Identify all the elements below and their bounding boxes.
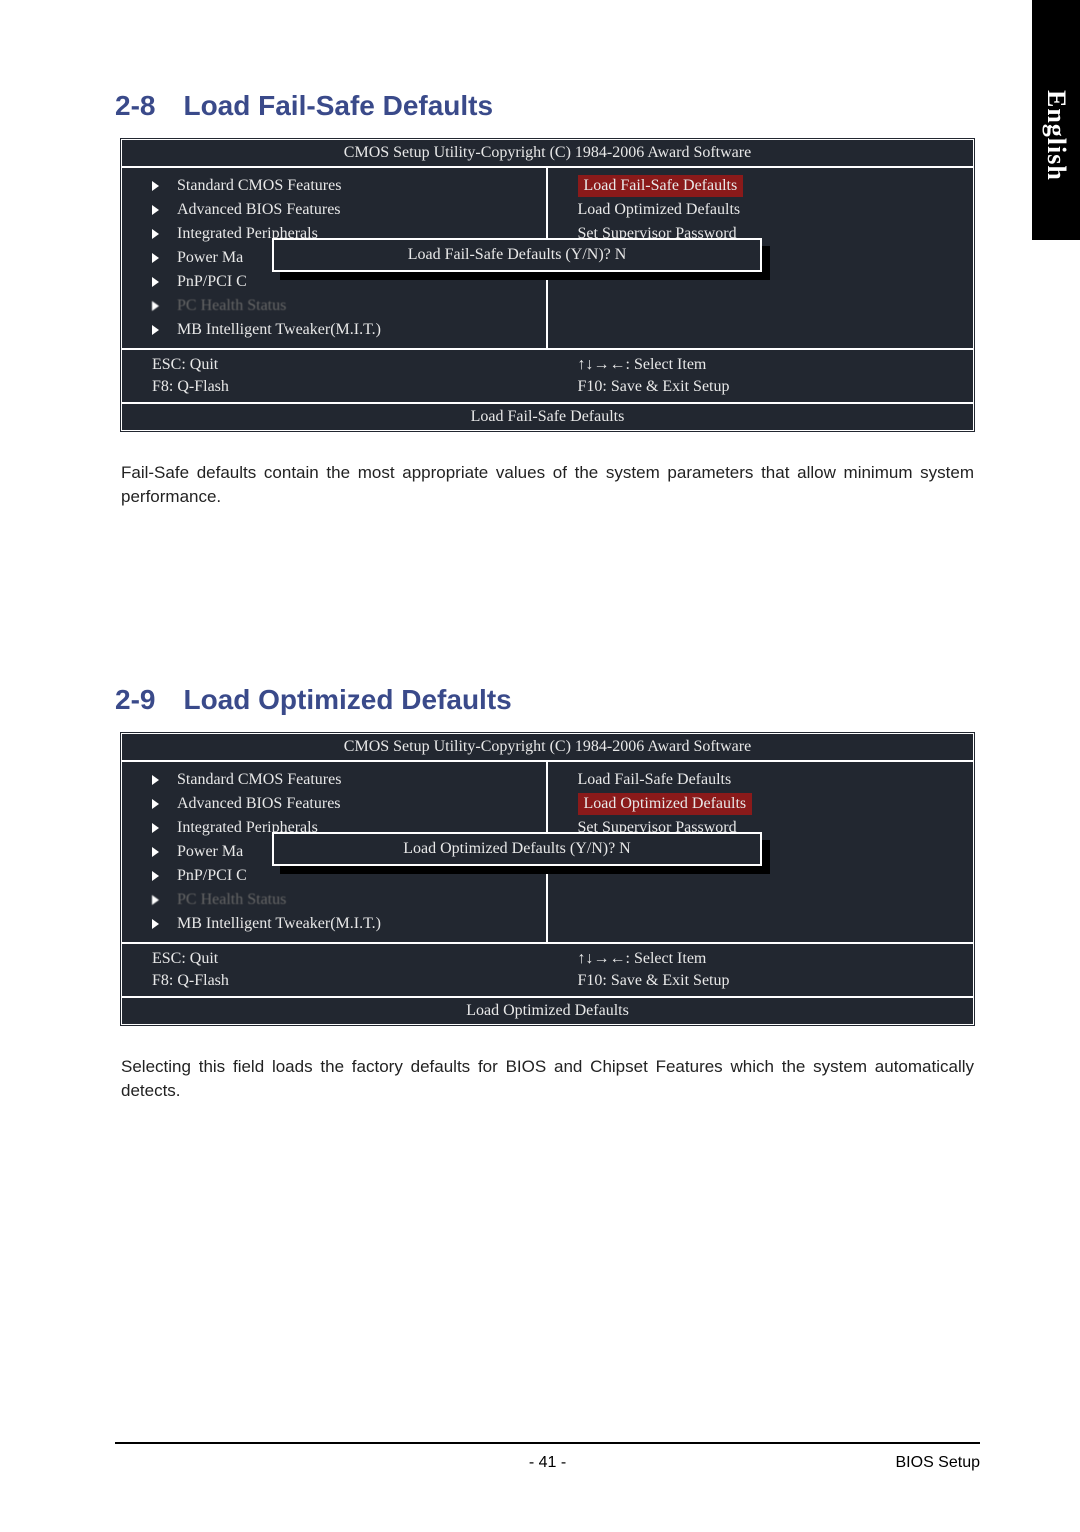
triangle-icon <box>152 823 159 833</box>
menu-item[interactable]: Load Optimized Defaults <box>558 198 964 222</box>
hint-select: ↑↓→←: Select Item <box>578 354 944 376</box>
menu-item[interactable]: PnP/PCI C <box>132 864 536 888</box>
triangle-icon <box>152 205 159 215</box>
section-body-text: Selecting this field loads the factory d… <box>121 1055 974 1103</box>
triangle-icon <box>152 847 159 857</box>
section-title: Load Optimized Defaults <box>183 684 511 715</box>
section-body-text: Fail-Safe defaults contain the most appr… <box>121 461 974 509</box>
spacer <box>115 509 980 684</box>
hint-col-right: ↑↓→←: Select Item F10: Save & Exit Setup <box>548 350 974 402</box>
bios-hints: ESC: Quit F8: Q-Flash ↑↓→←: Select Item … <box>122 942 973 996</box>
hint-esc: ESC: Quit <box>152 948 518 970</box>
triangle-icon <box>152 775 159 785</box>
hint-esc: ESC: Quit <box>152 354 518 376</box>
hint-f10: F10: Save & Exit Setup <box>578 376 944 398</box>
hint-f8: F8: Q-Flash <box>152 376 518 398</box>
bios-hints: ESC: Quit F8: Q-Flash ↑↓→←: Select Item … <box>122 348 973 402</box>
menu-item[interactable]: MB Intelligent Tweaker(M.I.T.) <box>132 318 536 342</box>
page-footer: - 41 - BIOS Setup <box>115 1442 980 1472</box>
footer-section: BIOS Setup <box>896 1454 981 1472</box>
menu-item[interactable]: MB Intelligent Tweaker(M.I.T.) <box>132 912 536 936</box>
bios-body: Standard CMOS Features Advanced BIOS Fea… <box>122 168 973 348</box>
section-title: Load Fail-Safe Defaults <box>183 90 493 121</box>
confirm-dialog[interactable]: Load Optimized Defaults (Y/N)? N <box>272 832 762 866</box>
bios-panel-failsafe: CMOS Setup Utility-Copyright (C) 1984-20… <box>119 137 976 433</box>
bios-footer: Load Fail-Safe Defaults <box>122 402 973 430</box>
triangle-icon <box>152 871 159 881</box>
bios-footer: Load Optimized Defaults <box>122 996 973 1024</box>
triangle-icon <box>152 919 159 929</box>
menu-item[interactable]: Load Optimized Defaults <box>558 792 964 816</box>
section-num: 2-8 <box>115 90 155 121</box>
dialog-text: Load Optimized Defaults (Y/N)? N <box>403 840 630 857</box>
bios-panel-optimized: CMOS Setup Utility-Copyright (C) 1984-20… <box>119 731 976 1027</box>
triangle-icon <box>152 277 159 287</box>
bios-body: Standard CMOS Features Advanced BIOS Fea… <box>122 762 973 942</box>
triangle-icon <box>152 325 159 335</box>
menu-item[interactable]: Load Fail-Safe Defaults <box>558 768 964 792</box>
section-heading-2-9: 2-9 Load Optimized Defaults <box>115 684 980 716</box>
hint-col-left: ESC: Quit F8: Q-Flash <box>122 944 548 996</box>
menu-item[interactable]: PC Health Status <box>132 294 536 318</box>
section-heading-2-8: 2-8 Load Fail-Safe Defaults <box>115 90 980 122</box>
triangle-icon <box>152 301 159 311</box>
hint-f10: F10: Save & Exit Setup <box>578 970 944 992</box>
hint-f8: F8: Q-Flash <box>152 970 518 992</box>
triangle-icon <box>152 181 159 191</box>
triangle-icon <box>152 253 159 263</box>
menu-item[interactable]: Standard CMOS Features <box>132 768 536 792</box>
dialog-text: Load Fail-Safe Defaults (Y/N)? N <box>408 246 627 263</box>
menu-item[interactable]: Standard CMOS Features <box>132 174 536 198</box>
page-content: 2-8 Load Fail-Safe Defaults CMOS Setup Ut… <box>0 0 1080 1153</box>
menu-item[interactable]: Advanced BIOS Features <box>132 792 536 816</box>
hint-col-right: ↑↓→←: Select Item F10: Save & Exit Setup <box>548 944 974 996</box>
triangle-icon <box>152 799 159 809</box>
confirm-dialog[interactable]: Load Fail-Safe Defaults (Y/N)? N <box>272 238 762 272</box>
hint-select: ↑↓→←: Select Item <box>578 948 944 970</box>
menu-item[interactable]: Load Fail-Safe Defaults <box>558 174 964 198</box>
menu-item[interactable]: PC Health Status <box>132 888 536 912</box>
bios-header: CMOS Setup Utility-Copyright (C) 1984-20… <box>122 734 973 762</box>
hint-col-left: ESC: Quit F8: Q-Flash <box>122 350 548 402</box>
triangle-icon <box>152 895 159 905</box>
bios-header: CMOS Setup Utility-Copyright (C) 1984-20… <box>122 140 973 168</box>
page-number: - 41 - <box>529 1454 566 1472</box>
section-num: 2-9 <box>115 684 155 715</box>
menu-item[interactable]: PnP/PCI C <box>132 270 536 294</box>
triangle-icon <box>152 229 159 239</box>
menu-item[interactable]: Advanced BIOS Features <box>132 198 536 222</box>
